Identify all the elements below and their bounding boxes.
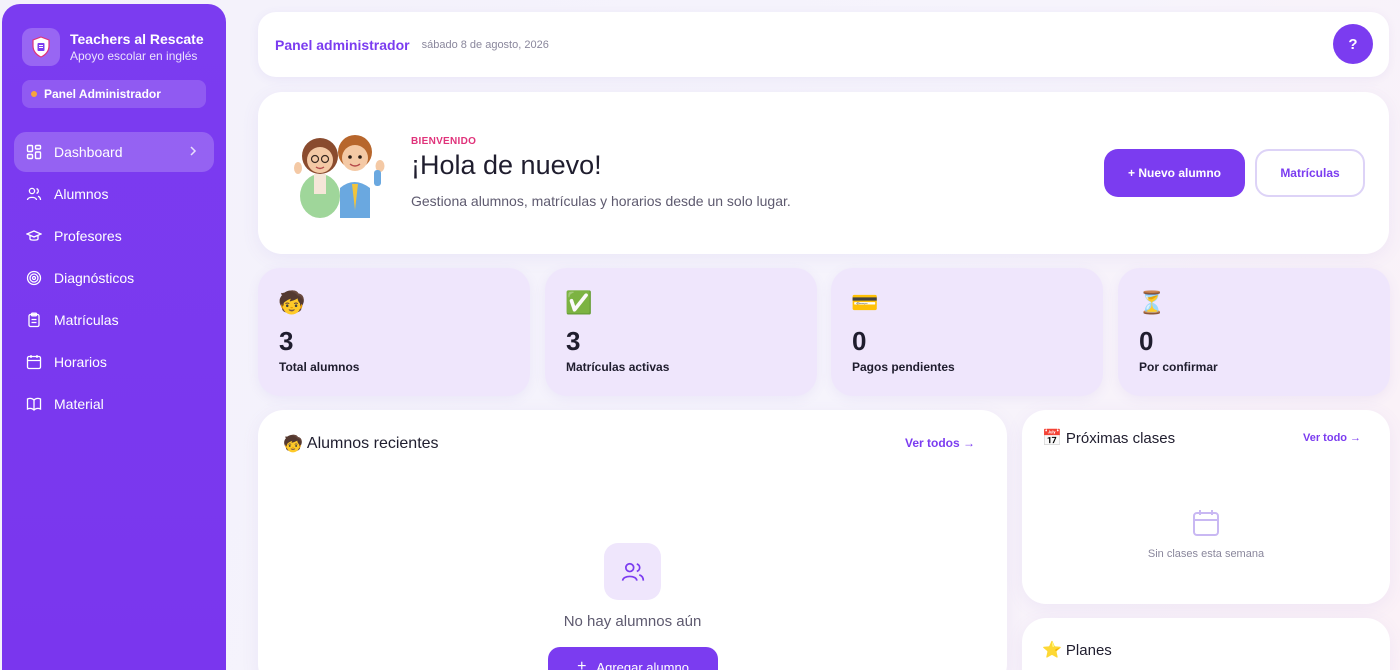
calendar-empty-icon <box>1193 510 1219 536</box>
card-title-label: Próximas clases <box>1065 429 1176 447</box>
sidebar-item-label: Diagnósticos <box>54 270 135 286</box>
recent-students-card: 🧒 Alumnos recientes Ver todos → No hay a… <box>258 410 1007 670</box>
sidebar-item-alumnos[interactable]: Alumnos <box>14 174 214 214</box>
top-header: Panel administrador sábado 8 de agosto, … <box>258 12 1389 77</box>
empty-classes-message: Sin clases esta semana <box>1147 548 1265 560</box>
brand-subtitle: Apoyo escolar en inglés <box>70 49 198 63</box>
view-all-classes-link[interactable]: Ver todo → <box>1303 432 1361 444</box>
hourglass-icon: ⏳ <box>1138 290 1166 315</box>
stat-card-to-confirm: ⏳ 0 Por confirmar <box>1118 268 1390 396</box>
welcome-card: BIENVENIDO ¡Hola de nuevo! Gestiona alum… <box>258 92 1389 254</box>
welcome-subtitle: Gestiona alumnos, matrículas y horarios … <box>411 193 791 209</box>
role-badge-label: Panel Administrador <box>44 87 161 101</box>
add-student-label: Agregar alumno <box>596 659 689 670</box>
plans-title: ⭐ Planes <box>1042 640 1112 660</box>
clipboard-icon <box>28 312 40 328</box>
stat-value: 0 <box>1139 326 1154 356</box>
stat-label: Pagos pendientes <box>852 360 955 374</box>
enrollments-button[interactable]: Matrículas <box>1255 149 1365 197</box>
recent-students-title: 🧒 Alumnos recientes <box>283 434 439 454</box>
plus-icon: + <box>577 658 587 670</box>
new-student-button[interactable]: + Nuevo alumno <box>1104 149 1245 197</box>
stat-label: Total alumnos <box>279 360 360 374</box>
chevron-right-icon <box>190 146 197 156</box>
child-icon: 🧒 <box>283 436 303 453</box>
dashboard-icon <box>26 144 42 160</box>
welcome-kicker: BIENVENIDO <box>411 136 477 147</box>
page-title: Panel administrador <box>275 36 410 53</box>
book-icon <box>26 397 42 411</box>
child-icon: 🧒 <box>278 290 306 315</box>
add-student-button[interactable]: + Agregar alumno <box>548 647 718 670</box>
sidebar-item-label: Dashboard <box>54 144 123 160</box>
target-icon <box>26 270 42 286</box>
sidebar-item-horarios[interactable]: Horarios <box>14 342 214 382</box>
brand-title: Teachers al Rescate <box>70 31 204 47</box>
empty-students-message: No hay alumnos aún <box>563 613 702 630</box>
users-empty-icon <box>604 543 661 600</box>
card-title-label: Alumnos recientes <box>306 435 439 452</box>
sidebar-item-label: Profesores <box>54 228 122 244</box>
sidebar-item-label: Material <box>54 396 104 412</box>
next-classes-card: 📅 Próximas clases Ver todo → Sin clases … <box>1022 410 1390 604</box>
sidebar-item-label: Horarios <box>54 354 107 370</box>
credit-card-icon: 💳 <box>851 290 879 315</box>
status-dot-icon <box>31 91 37 97</box>
stat-label: Por confirmar <box>1139 360 1218 374</box>
stat-value: 0 <box>852 326 867 356</box>
next-classes-title: 📅 Próximas clases <box>1042 428 1175 448</box>
sidebar-nav: Dashboard Alumnos Profesores Diagnóstico… <box>14 132 214 426</box>
stat-value: 3 <box>566 326 581 356</box>
sidebar: Teachers al Rescate Apoyo escolar en ing… <box>2 4 226 670</box>
sidebar-item-label: Matrículas <box>54 312 119 328</box>
calendar-icon <box>26 355 42 370</box>
role-badge: Panel Administrador <box>22 80 206 108</box>
sidebar-item-profesores[interactable]: Profesores <box>14 216 214 256</box>
shield-logo-icon <box>22 28 60 66</box>
sidebar-item-diagnosticos[interactable]: Diagnósticos <box>14 258 214 298</box>
stat-card-active-enrollments: ✅ 3 Matrículas activas <box>545 268 817 396</box>
card-title-label: Planes <box>1065 641 1112 659</box>
calendar-emoji-icon: 📅 <box>1042 430 1062 447</box>
stat-value: 3 <box>279 326 294 356</box>
welcome-title: ¡Hola de nuevo! <box>411 150 602 180</box>
stat-label: Matrículas activas <box>566 360 670 374</box>
star-icon: ⭐ <box>1042 642 1062 659</box>
plans-card: ⭐ Planes <box>1022 618 1390 670</box>
help-button[interactable]: ? <box>1333 24 1373 64</box>
current-date: sábado 8 de agosto, 2026 <box>421 38 549 51</box>
stat-card-total-students: 🧒 3 Total alumnos <box>258 268 530 396</box>
stat-card-pending-payments: 💳 0 Pagos pendientes <box>831 268 1103 396</box>
sidebar-item-label: Alumnos <box>54 186 109 202</box>
users-icon <box>26 187 42 201</box>
sidebar-item-material[interactable]: Material <box>14 384 214 424</box>
sidebar-item-dashboard[interactable]: Dashboard <box>14 132 214 172</box>
view-all-students-link[interactable]: Ver todos → <box>905 436 975 450</box>
graduation-cap-icon <box>26 230 42 241</box>
teachers-illustration <box>294 135 385 218</box>
sidebar-item-matriculas[interactable]: Matrículas <box>14 300 214 340</box>
check-mark-icon: ✅ <box>565 290 593 315</box>
brand[interactable]: Teachers al Rescate Apoyo escolar en ing… <box>22 28 204 66</box>
